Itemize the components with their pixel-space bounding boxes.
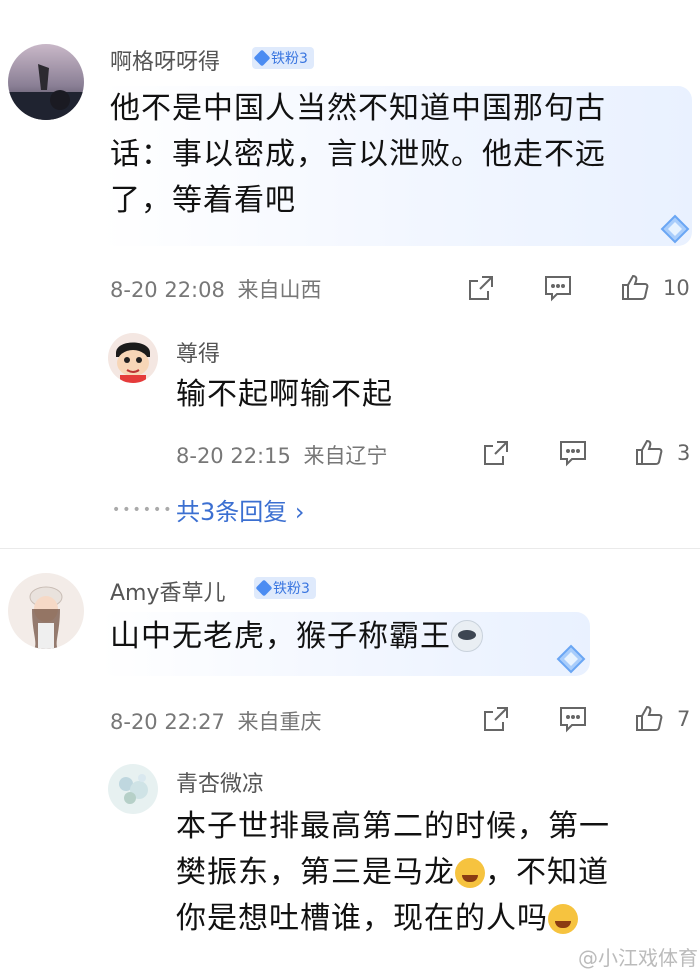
fan-badge: 铁粉3 — [254, 577, 316, 599]
more-dots: •••••• — [112, 502, 174, 518]
like-count: 10 — [663, 276, 690, 300]
comment-text-body: 山中无老虎，猴子称霸王 — [110, 619, 451, 654]
avatar[interactable] — [8, 44, 84, 120]
more-replies-link[interactable]: 共3条回复 › — [176, 492, 305, 527]
comment-text-line: 了，等着看吧 — [110, 183, 296, 218]
avatar[interactable] — [108, 333, 158, 383]
diamond-decoration-icon — [660, 214, 690, 244]
comment-divider — [0, 548, 700, 549]
like-count: 7 — [677, 707, 691, 731]
badge-gem-icon — [253, 49, 271, 67]
reply-text-line: 你是想吐槽谁，现在的人吗 — [176, 896, 696, 942]
like-count: 3 — [677, 441, 691, 465]
reply-text-segment: ，不知道 — [485, 855, 609, 890]
reply-text-line: 樊振东，第三是马龙 ，不知道 — [176, 850, 696, 896]
comment-icon[interactable] — [543, 273, 573, 303]
fan-badge-label: 铁粉3 — [271, 51, 308, 67]
diamond-decoration-icon — [556, 644, 586, 674]
reply-text-segment: 你是想吐槽谁，现在的人吗 — [176, 901, 548, 936]
reply-username[interactable]: 青杏微凉 — [176, 766, 264, 798]
reply-location: 来自辽宁 — [303, 444, 388, 468]
share-icon[interactable] — [466, 273, 496, 303]
comment-meta: 8-20 22:27 来自重庆 — [110, 706, 322, 736]
fan-badge-label: 铁粉3 — [273, 581, 310, 597]
like-icon[interactable] — [620, 272, 650, 302]
emoji-husky — [451, 620, 483, 652]
comment-location: 来自重庆 — [237, 710, 322, 734]
reply-text: 本子世排最高第二的时候，第一 樊振东，第三是马龙 ，不知道 你是想吐槽谁，现在的人… — [176, 804, 696, 942]
reply-text: 输不起啊输不起 — [176, 377, 393, 412]
share-icon[interactable] — [481, 704, 511, 734]
watermark: @小江戏体育 — [578, 946, 698, 970]
comment-icon[interactable] — [558, 704, 588, 734]
comment-username[interactable]: Amy香草儿 — [110, 575, 226, 607]
emoji-laugh-cry — [548, 904, 578, 934]
comment-meta: 8-20 22:08 来自山西 — [110, 274, 322, 304]
reply-text-segment: 樊振东，第三是马龙 — [176, 855, 455, 890]
reply-time: 8-20 22:15 — [176, 444, 291, 468]
avatar[interactable] — [8, 573, 84, 649]
comment-time: 8-20 22:08 — [110, 278, 225, 302]
comment-username[interactable]: 啊格呀呀得 — [110, 44, 220, 76]
emoji-laugh-cry — [455, 858, 485, 888]
reply-username[interactable]: 尊得 — [176, 336, 220, 368]
comment-icon[interactable] — [558, 438, 588, 468]
reply-meta: 8-20 22:15 来自辽宁 — [176, 440, 388, 470]
badge-gem-icon — [255, 579, 273, 597]
comment-text-line: 他不是中国人当然不知道中国那句古 — [110, 91, 606, 126]
like-icon[interactable] — [634, 437, 664, 467]
reply-text-line: 本子世排最高第二的时候，第一 — [176, 809, 610, 844]
comment-text: 山中无老虎，猴子称霸王 — [110, 614, 483, 660]
comment-text-line: 话：事以密成，言以泄败。他走不远 — [110, 137, 606, 172]
avatar[interactable] — [108, 764, 158, 814]
like-icon[interactable] — [634, 703, 664, 733]
comment-text: 他不是中国人当然不知道中国那句古 话：事以密成，言以泄败。他走不远 了，等着看吧 — [110, 86, 690, 224]
comment-location: 来自山西 — [237, 278, 322, 302]
share-icon[interactable] — [481, 438, 511, 468]
fan-badge: 铁粉3 — [252, 47, 314, 69]
comment-time: 8-20 22:27 — [110, 710, 225, 734]
